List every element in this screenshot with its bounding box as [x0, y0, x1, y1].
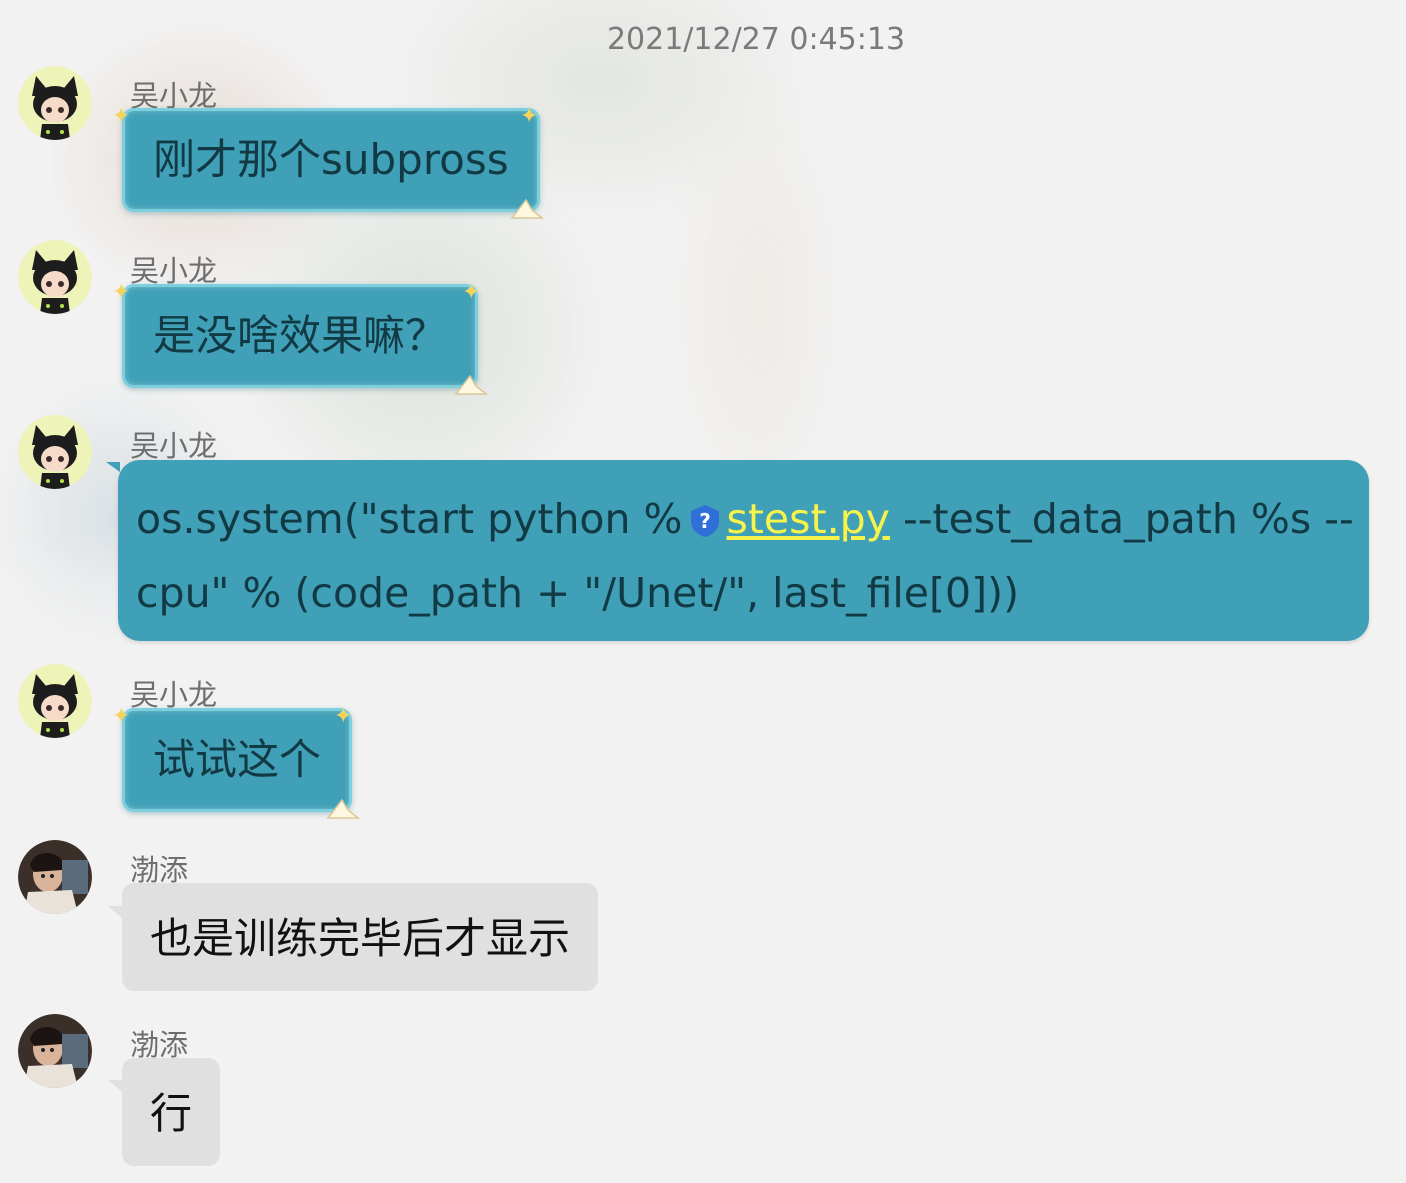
- bubble-star-decoration: ✦: [462, 280, 481, 305]
- bubble-star-decoration: ✦: [112, 104, 131, 129]
- message-bubble[interactable]: os.system("start python %? stest.py --tes…: [118, 460, 1369, 641]
- bubble-wing-decoration: [510, 198, 544, 219]
- bubble-tail: [106, 462, 120, 472]
- message-text: 是没啥效果嘛？: [153, 311, 448, 360]
- question-shield-icon[interactable]: ?: [687, 503, 723, 539]
- message-text: 刚才那个subpross: [153, 135, 509, 184]
- bubble-tail: [108, 1080, 122, 1092]
- avatar[interactable]: [18, 415, 92, 489]
- avatar[interactable]: [18, 240, 92, 314]
- message-text: os.system("start python %: [136, 495, 683, 543]
- message-bubble[interactable]: 行: [122, 1058, 221, 1166]
- message-timestamp: 2021/12/27 0:45:13: [606, 22, 906, 57]
- bubble-wing-decoration: [326, 798, 360, 819]
- message-bubble[interactable]: 也是训练完毕后才显示: [122, 883, 599, 991]
- message-code-line-1: os.system("start python %? stest.py --tes…: [136, 482, 1354, 556]
- avatar[interactable]: [18, 840, 92, 914]
- message-bubble[interactable]: 刚才那个subpross: [122, 108, 540, 212]
- avatar[interactable]: [18, 66, 92, 140]
- message-text: --test_data_path %s --: [889, 495, 1354, 543]
- message-text: 试试这个: [153, 735, 322, 784]
- bubble-wing-decoration: [454, 374, 488, 395]
- avatar[interactable]: [18, 1014, 92, 1088]
- svg-text:?: ?: [699, 509, 711, 533]
- message-code-line-2: cpu" % (code_path + "/Unet/", last_file[…: [136, 569, 1020, 617]
- bubble-tail: [108, 906, 122, 918]
- file-link[interactable]: stest.py: [727, 495, 890, 543]
- bubble-star-decoration: ✦: [520, 104, 539, 129]
- message-text: 行: [150, 1089, 193, 1138]
- message-bubble[interactable]: 是没啥效果嘛？: [122, 284, 479, 388]
- bubble-star-decoration: ✦: [334, 704, 353, 729]
- bubble-star-decoration: ✦: [112, 280, 131, 305]
- avatar[interactable]: [18, 664, 92, 738]
- message-text: 也是训练完毕后才显示: [150, 914, 571, 963]
- sender-name: 吴小龙: [130, 429, 218, 463]
- bubble-star-decoration: ✦: [112, 704, 131, 729]
- message-bubble[interactable]: 试试这个: [122, 708, 353, 812]
